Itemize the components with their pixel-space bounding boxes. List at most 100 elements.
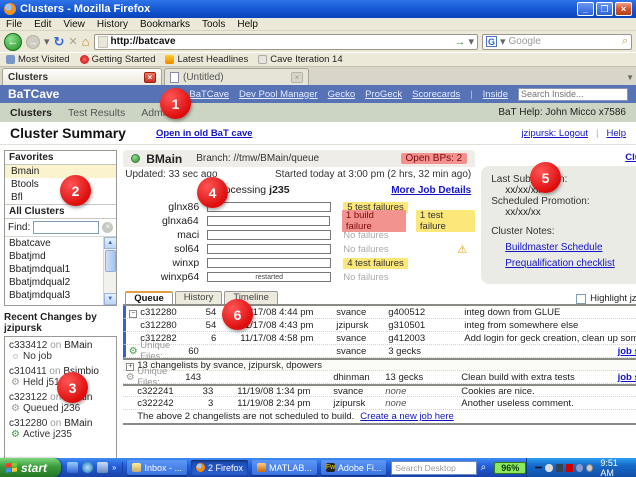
taskbar-button-inbox[interactable]: Inbox - ...	[127, 460, 187, 475]
queue-tab[interactable]: Queue	[125, 291, 173, 304]
cluster-list-item[interactable]: Bbatjmd	[5, 250, 116, 263]
nav-link-inside[interactable]: Inside	[483, 89, 508, 100]
history-tab[interactable]: History	[174, 291, 223, 304]
tray-volume-icon[interactable]	[575, 463, 584, 472]
test-failures-badge[interactable]: 1 test failure	[415, 210, 476, 232]
bookmark-most-visited[interactable]: Most Visited	[6, 54, 70, 65]
more-job-details-link[interactable]: More Job Details	[391, 185, 471, 196]
google-engine-icon[interactable]: G	[486, 36, 497, 47]
find-input[interactable]	[33, 221, 100, 234]
nav-link-dev-pool-manager[interactable]: Dev Pool Manager	[239, 89, 318, 100]
desktop-search-icon[interactable]: ⌕	[481, 462, 487, 473]
restore-button[interactable]: ❐	[596, 2, 613, 16]
job-summary-row[interactable]: ⚙ Unique Files: 143 dhinman 13 gecks Cle…	[123, 366, 636, 388]
nav-link-progeck[interactable]: ProGeck	[365, 89, 402, 100]
desktop-search-input[interactable]: Search Desktop	[391, 460, 477, 475]
taskbar-button-firefox[interactable]: 2 Firefox	[191, 460, 249, 475]
url-bar[interactable]: http://batcave → ▾	[93, 33, 478, 50]
inside-search-input[interactable]	[518, 87, 628, 101]
change-number[interactable]: c312280	[9, 418, 47, 429]
google-search-box[interactable]: G ▾ Google ⌕	[482, 33, 632, 50]
tray-network-icon[interactable]	[555, 463, 563, 472]
search-magnifier-icon[interactable]: ⌕	[622, 35, 628, 48]
menu-help[interactable]: Help	[237, 19, 258, 30]
quicklaunch-mail-icon[interactable]	[67, 462, 79, 473]
stop-button[interactable]: ✕	[68, 35, 77, 48]
minimize-button[interactable]: _	[577, 2, 594, 16]
bookmark-getting-started[interactable]: Getting Started	[79, 54, 155, 65]
menu-history[interactable]: History	[97, 19, 128, 30]
nav-history-dropdown-icon[interactable]: ▾	[44, 35, 50, 48]
start-button[interactable]: start	[0, 458, 62, 477]
recent-change-item[interactable]: c312280 on BMain ⚙ Active j235	[5, 417, 116, 443]
tray-ati-icon[interactable]	[565, 463, 573, 472]
changelist-row[interactable]: − c312280 54 11/17/08 4:44 pm svance g40…	[123, 306, 636, 319]
create-new-job-link[interactable]: Create a new job here	[360, 411, 453, 422]
section-tab-clusters[interactable]: Clusters	[10, 107, 52, 119]
test-failures-badge[interactable]: 4 test failures	[343, 257, 408, 269]
tray-update-icon[interactable]	[545, 463, 553, 472]
menu-edit[interactable]: Edit	[34, 19, 51, 30]
job-settings-link[interactable]: job settings	[618, 346, 636, 357]
logout-link[interactable]: jzipursk: Logout	[521, 128, 588, 139]
taskbar-button-matlab[interactable]: MATLAB...	[252, 460, 317, 475]
open-old-bat-cave-link[interactable]: Open in old BaT cave	[156, 128, 253, 139]
change-number[interactable]: c323122	[9, 392, 47, 403]
menu-file[interactable]: File	[6, 19, 22, 30]
help-link[interactable]: Help	[606, 128, 626, 139]
tab-untitled[interactable]: (Untitled) ×	[164, 68, 309, 85]
change-number[interactable]: c333412	[9, 340, 47, 351]
nav-link-scorecards[interactable]: Scorecards	[412, 89, 460, 100]
changelist-row[interactable]: c322241 33 11/19/08 1:34 pm svance none …	[123, 384, 636, 397]
cluster-list-item[interactable]: Bbatjmdqual3	[5, 289, 116, 302]
job-summary-row[interactable]: ⚙ Unique Files: 60 svance 3 gecks job se…	[123, 340, 636, 362]
back-button[interactable]: ←	[4, 32, 22, 51]
highlight-checkbox[interactable]	[576, 293, 587, 304]
tab-list-dropdown-icon[interactable]: ▼	[626, 73, 634, 82]
tray-clock-icon[interactable]	[586, 463, 594, 472]
job-settings-link[interactable]: job settings	[618, 372, 636, 383]
forward-button[interactable]: →	[26, 34, 40, 49]
changelist-group-header[interactable]: + 13 changelists by svance, jzipursk, dp…	[123, 358, 636, 371]
change-number[interactable]: c310411	[9, 366, 47, 377]
changelist-row[interactable]: c322242 3 11/19/08 2:34 pm jzipursk none…	[123, 397, 636, 410]
menu-tools[interactable]: Tools	[202, 19, 225, 30]
open-bps-badge[interactable]: Open BPs: 2	[400, 153, 468, 164]
tab-close-icon[interactable]: ×	[291, 71, 303, 83]
clear-find-icon[interactable]: ×	[102, 222, 114, 233]
bookmark-latest-headlines[interactable]: Latest Headlines	[165, 54, 248, 65]
menu-view[interactable]: View	[63, 19, 85, 30]
changelist-row[interactable]: c312282 6 11/17/08 4:58 pm svance g41200…	[123, 332, 636, 345]
cluster-list-item[interactable]: Bbatcave	[5, 237, 116, 250]
scrollbar-thumb[interactable]	[104, 250, 116, 272]
expand-group-icon[interactable]: +	[126, 362, 135, 371]
menu-bookmarks[interactable]: Bookmarks	[140, 19, 190, 30]
bookmark-cave-iteration[interactable]: Cave Iteration 14	[258, 54, 343, 65]
prequalification-checklist-link[interactable]: Prequalification checklist	[505, 258, 636, 269]
section-tab-test-results[interactable]: Test Results	[68, 107, 125, 119]
cluster-list-item[interactable]: Bbatjmdqual1	[5, 263, 116, 276]
tab-clusters[interactable]: Clusters ×	[0, 68, 636, 477]
cluster-list-item[interactable]: Bbatjmdqual2	[5, 276, 116, 289]
changelist-row[interactable]: c312280 54 11/17/08 4:43 pm jzipursk g31…	[123, 319, 636, 332]
search-engine-dropdown-icon[interactable]: ▾	[500, 35, 506, 48]
nav-link-batcave[interactable]: BaTCave	[189, 89, 229, 100]
buildmaster-schedule-link[interactable]: Buildmaster Schedule	[505, 242, 636, 253]
url-dropdown-icon[interactable]: ▾	[468, 35, 474, 48]
nav-link-gecko[interactable]: Gecko	[328, 89, 355, 100]
quicklaunch-overflow-icon[interactable]: »	[112, 463, 116, 472]
taskbar-button-adobe[interactable]: Fw Adobe Fi...	[320, 460, 387, 475]
cluster-admin-link[interactable]: Cluster Admin	[625, 152, 636, 163]
go-button[interactable]: →	[454, 36, 465, 48]
scroll-down-icon[interactable]: ▼	[103, 293, 117, 305]
recent-change-item[interactable]: c333412 on BMain No job	[5, 339, 116, 365]
close-button[interactable]: ×	[615, 2, 632, 16]
quicklaunch-ie-icon[interactable]	[82, 462, 94, 473]
reload-button[interactable]: ↻	[54, 34, 65, 50]
home-button[interactable]: ⌂	[82, 34, 90, 49]
favorite-item-bmain[interactable]: Bmain	[5, 165, 117, 178]
quicklaunch-explorer-icon[interactable]	[97, 462, 109, 473]
scroll-up-icon[interactable]: ▲	[103, 237, 117, 249]
cluster-list-scrollbar[interactable]: ▲ ▼	[103, 237, 117, 305]
collapse-group-icon[interactable]: −	[129, 309, 138, 318]
